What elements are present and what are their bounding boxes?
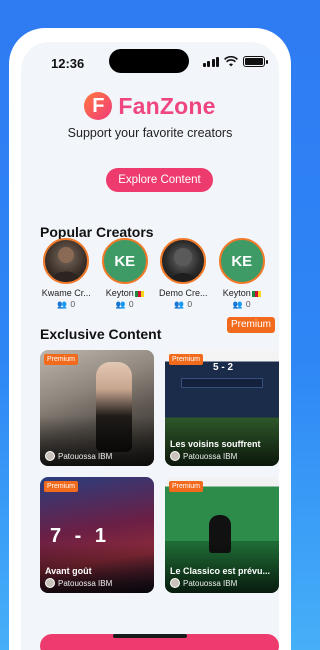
creator-avatar[interactable] — [43, 238, 90, 284]
card-author: Patouossa IBM — [45, 578, 112, 588]
status-bar: 12:36 — [21, 42, 279, 80]
content-card[interactable]: 5 - 2 Premium Les voisins souffrent Pato… — [165, 350, 279, 466]
brand-name: FanZone — [118, 92, 216, 119]
author-name: Patouossa IBM — [58, 451, 113, 461]
follower-count-value: 0 — [70, 299, 76, 309]
card-caption: Avant goût — [45, 566, 92, 576]
cameroon-flag-icon — [134, 290, 144, 297]
creator-name-text: Keyton — [105, 288, 134, 298]
creator-avatar[interactable] — [160, 238, 207, 284]
creator-card[interactable]: Demo Cre... 👥 0 — [154, 238, 213, 309]
author-name: Patouossa IBM — [183, 451, 238, 461]
premium-badge: Premium — [169, 354, 204, 365]
creator-card[interactable]: KE Keyton 👥 0 — [213, 238, 272, 309]
exclusive-content-title: Exclusive Content — [40, 326, 162, 342]
card-author: Patouossa IBM — [170, 578, 237, 588]
scoreboard-text: 5 - 2 — [213, 362, 234, 373]
tagline: Support your favorite creators — [67, 126, 233, 140]
card-author: Patouossa IBM — [45, 451, 112, 461]
creator-name: Kwame Cr... — [41, 288, 91, 298]
premium-badge: Premium — [169, 481, 204, 492]
premium-badge: Premium — [44, 481, 79, 492]
creator-name: Keyton — [223, 288, 261, 298]
status-icons — [202, 56, 268, 67]
creator-avatar[interactable]: KE — [218, 238, 265, 284]
premium-badge: Premium — [44, 354, 79, 365]
creator-photo-icon — [51, 247, 82, 282]
people-icon: 👥 — [57, 299, 68, 309]
creator-name: Demo Cre... — [158, 288, 208, 298]
follower-count-value: 0 — [187, 299, 193, 309]
creator-follower-count: 👥 0 — [174, 299, 192, 309]
card-author: Patouossa IBM — [170, 451, 237, 461]
people-icon: 👥 — [174, 299, 185, 309]
brand-header: F FanZone — [21, 92, 279, 120]
follower-count-value: 0 — [128, 299, 134, 309]
battery-icon — [243, 56, 268, 67]
people-icon: 👥 — [232, 299, 243, 309]
author-avatar-icon — [45, 578, 55, 588]
creator-name-text: Keyton — [222, 288, 251, 298]
creator-follower-count: 👥 0 — [57, 299, 75, 309]
author-avatar-icon — [170, 578, 180, 588]
content-card[interactable]: Premium Le Classico est prévu... Patouos… — [165, 477, 279, 593]
author-name: Patouossa IBM — [58, 578, 113, 588]
explore-content-button[interactable]: Explore Content — [106, 168, 213, 192]
author-avatar-icon — [170, 451, 180, 461]
signal-icon — [202, 56, 219, 67]
dynamic-island — [109, 49, 189, 73]
author-name: Patouossa IBM — [183, 578, 238, 588]
cameroon-flag-icon — [251, 290, 261, 297]
premium-filter-button[interactable]: Premium — [227, 317, 275, 333]
status-time: 12:36 — [51, 56, 85, 71]
app-screen: 12:36 F FanZone Support your favorite cr… — [21, 42, 279, 650]
creator-avatar[interactable]: KE — [101, 238, 148, 284]
content-grid: Premium Patouossa IBM 5 - 2 Premium Les … — [40, 350, 279, 593]
people-icon: 👥 — [115, 299, 126, 309]
home-indicator — [113, 634, 187, 638]
card-caption: Les voisins souffrent — [170, 439, 261, 449]
creators-row[interactable]: Kwame Cr... 👥 0 KE Keyton 👥 0 Demo Cre..… — [37, 238, 271, 309]
creator-follower-count: 👥 0 — [233, 299, 251, 309]
follower-count-value: 0 — [245, 299, 251, 309]
phone-frame: 12:36 F FanZone Support your favorite cr… — [9, 28, 291, 650]
content-card[interactable]: Premium Patouossa IBM — [40, 350, 154, 466]
author-avatar-icon — [45, 451, 55, 461]
creator-follower-count: 👥 0 — [116, 299, 134, 309]
creator-card[interactable]: KE Keyton 👥 0 — [96, 238, 155, 309]
creator-card[interactable]: Kwame Cr... 👥 0 — [37, 238, 96, 309]
creator-photo-icon — [170, 248, 197, 282]
card-caption: Le Classico est prévu... — [170, 566, 271, 576]
fanzone-logo-icon: F — [84, 92, 113, 120]
content-card[interactable]: 7 - 1 Premium Avant goût Patouossa IBM — [40, 477, 154, 593]
creator-name: Keyton — [106, 288, 144, 298]
wifi-icon — [224, 56, 238, 67]
